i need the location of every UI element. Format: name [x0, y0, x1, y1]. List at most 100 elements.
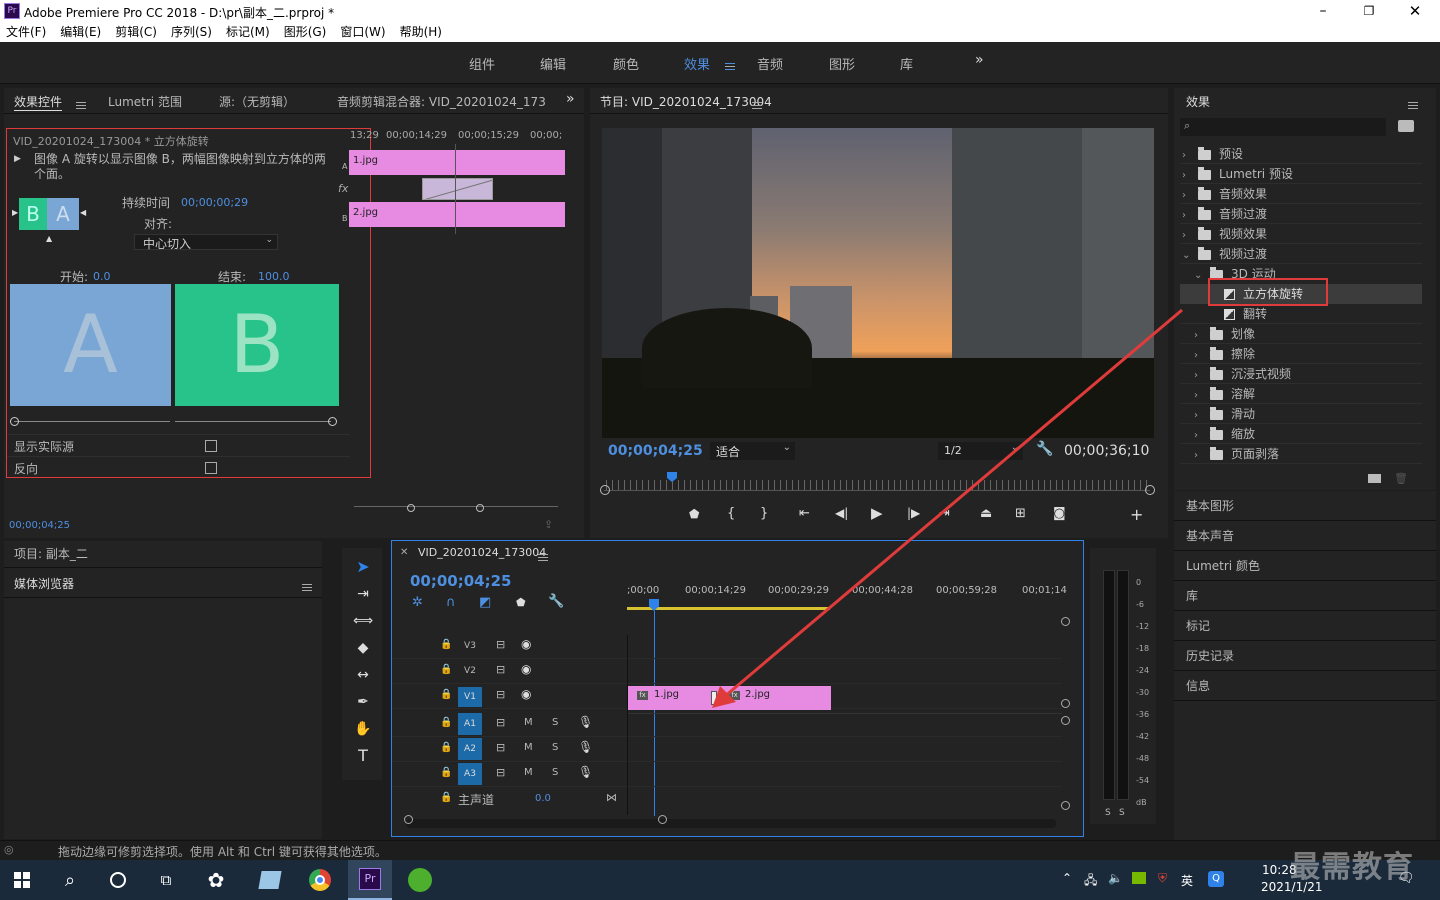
timeline-h-scroll-right[interactable] [658, 815, 667, 824]
export-frame-camera-icon[interactable]: ◙ [1053, 506, 1066, 521]
transition-drop-marker[interactable] [711, 691, 717, 705]
panel-essential-graphics[interactable]: 基本图形 [1174, 491, 1436, 521]
menu-window[interactable]: 窗口(W) [340, 24, 385, 42]
zoom-left-handle[interactable] [600, 485, 610, 495]
fit-dropdown[interactable]: 适合 ⌄ [710, 442, 795, 460]
timeline-timecode[interactable]: 00;00;04;25 [410, 572, 512, 590]
solo-right-button[interactable]: S [1119, 808, 1125, 818]
microphone-icon[interactable]: 🎙 [578, 765, 593, 779]
nvidia-icon[interactable] [1132, 872, 1146, 884]
panel-info[interactable]: 信息 [1174, 671, 1436, 701]
ec-playhead[interactable] [455, 144, 456, 234]
workspace-tab-editing[interactable]: 编辑 [540, 54, 566, 73]
chrome-icon[interactable] [298, 860, 342, 900]
media-browser-title[interactable]: 媒体浏览器 [14, 575, 74, 592]
ec-scroll-right-handle[interactable] [476, 504, 484, 512]
network-icon[interactable]: 🖧 [1084, 871, 1097, 892]
lock-icon[interactable]: 🔒 [440, 792, 452, 803]
tree-item-video-effects[interactable]: › 视频效果 [1180, 224, 1422, 244]
eye-icon[interactable]: ◉ [521, 637, 531, 651]
menu-help[interactable]: 帮助(H) [400, 24, 442, 42]
sync-lock-icon[interactable]: ⊟ [496, 716, 505, 729]
workspace-tab-audio[interactable]: 音频 [757, 54, 783, 73]
tree-item-presets[interactable]: › 预设 [1180, 144, 1422, 164]
end-slider[interactable] [175, 421, 331, 422]
menu-clip[interactable]: 剪辑(C) [115, 24, 157, 42]
reverse-checkbox[interactable] [205, 462, 217, 474]
start-slider[interactable] [14, 421, 170, 422]
lock-icon[interactable]: 🔒 [440, 639, 452, 650]
menu-marker[interactable]: 标记(M) [226, 24, 270, 42]
effects-search-input[interactable]: ⌕ [1180, 118, 1386, 136]
lock-icon[interactable]: 🔒 [440, 664, 452, 675]
lock-icon[interactable]: 🔒 [440, 717, 452, 728]
play-icon[interactable]: ▶ [871, 504, 883, 522]
ripple-edit-tool-icon[interactable]: ⟺ [350, 610, 376, 632]
linked-selection-icon[interactable]: ◩ [479, 595, 491, 610]
task-view-icon[interactable]: ⧉ [144, 860, 188, 900]
tab-audio-mixer[interactable]: 音频剪辑混合器: VID_20201024_17300 [337, 93, 545, 110]
app-icon-pinwheel[interactable]: ✿ [194, 860, 238, 900]
timeline-title[interactable]: VID_20201024_173004 [418, 546, 546, 559]
eye-icon[interactable]: ◉ [521, 687, 531, 701]
tree-item-wipe[interactable]: › 擦除 [1180, 344, 1422, 364]
sync-lock-icon[interactable]: ⊟ [496, 688, 505, 701]
tab-effect-controls[interactable]: 效果控件 [14, 93, 63, 111]
settings-wrench-icon[interactable]: 🔧 [1036, 441, 1053, 457]
master-volume-value[interactable]: 0.0 [535, 793, 551, 804]
microphone-icon[interactable]: 🎙 [578, 715, 593, 729]
search-icon[interactable]: ⌕ [48, 860, 92, 900]
media-browser-menu-icon[interactable] [302, 580, 312, 594]
tab-source[interactable]: 源:（无剪辑） [219, 93, 295, 110]
security-shield-icon[interactable]: ⛨ [1158, 871, 1167, 886]
timeline-v-scroll-mid[interactable] [1061, 699, 1070, 708]
timeline-settings-wrench-icon[interactable]: 🔧 [548, 594, 564, 609]
timeline-clip-2[interactable]: fx 2.jpg [714, 686, 831, 710]
tree-item-iris[interactable]: › 划像 [1180, 324, 1422, 344]
workspace-tab-libraries[interactable]: 库 [900, 54, 913, 73]
tree-item-flip[interactable]: 翻转 [1180, 304, 1422, 324]
mute-button[interactable]: M [524, 742, 533, 753]
align-dropdown[interactable]: 中心切入 ⌄ [134, 234, 278, 251]
new-bin-icon[interactable] [1368, 474, 1381, 483]
microphone-icon[interactable]: 🎙 [578, 740, 593, 754]
workspace-overflow-icon[interactable]: » [975, 52, 984, 68]
cortana-icon[interactable] [96, 860, 140, 900]
lock-icon[interactable]: 🔒 [440, 689, 452, 700]
app-tray-q-icon[interactable]: Q [1208, 871, 1224, 887]
close-tab-icon[interactable]: ✕ [400, 547, 408, 558]
end-slider-handle[interactable] [328, 417, 337, 426]
nest-toggle-icon[interactable]: ✲ [412, 595, 423, 610]
app-icon-notepad[interactable] [248, 860, 292, 900]
panel-markers[interactable]: 标记 [1174, 611, 1436, 641]
tree-item-audio-effects[interactable]: › 音频效果 [1180, 184, 1422, 204]
button-editor-plus-icon[interactable]: + [1130, 505, 1143, 524]
tree-item-dissolve[interactable]: › 溶解 [1180, 384, 1422, 404]
mute-button[interactable]: M [524, 717, 533, 728]
effects-menu-icon[interactable] [1408, 98, 1418, 112]
tray-chevron-up-icon[interactable]: ⌃ [1062, 871, 1072, 885]
tree-item-video-transitions[interactable]: ⌄ 视频过渡 [1180, 244, 1422, 264]
timeline-v-scroll-mid2[interactable] [1061, 716, 1070, 725]
new-custom-bin-icon[interactable] [1398, 120, 1414, 132]
step-back-icon[interactable]: ◀| [835, 506, 848, 520]
tree-item-slide[interactable]: › 滑动 [1180, 404, 1422, 424]
workspace-tab-color[interactable]: 颜色 [613, 54, 639, 73]
add-marker-icon[interactable]: ⬟ [516, 596, 526, 609]
hand-tool-icon[interactable]: ✋ [350, 718, 376, 740]
windows-start-icon[interactable] [0, 860, 44, 900]
timeline-menu-icon[interactable] [538, 550, 548, 564]
selection-tool-icon[interactable]: ➤ [350, 556, 376, 578]
start-value[interactable]: 0.0 [93, 270, 111, 283]
program-menu-icon[interactable] [752, 98, 762, 112]
mute-button[interactable]: M [524, 767, 533, 778]
volume-icon[interactable]: 🔈 [1108, 871, 1123, 885]
solo-button[interactable]: S [552, 767, 558, 778]
go-to-end-icon[interactable]: ⋈ [606, 791, 617, 804]
track-label[interactable]: V3 [458, 637, 482, 655]
project-title[interactable]: 项目: 副本_二 [14, 545, 88, 562]
edge-selector-right-icon[interactable]: ◀ [80, 208, 86, 217]
pen-tool-icon[interactable]: ✒ [350, 691, 376, 713]
tab-menu-icon[interactable] [76, 98, 86, 112]
panel-libraries[interactable]: 库 [1174, 581, 1436, 611]
